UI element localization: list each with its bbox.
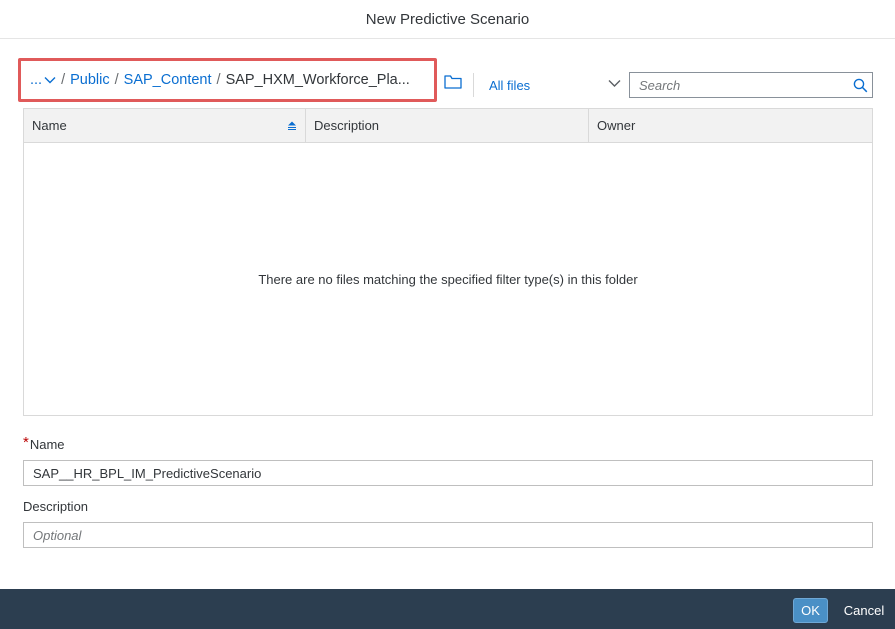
breadcrumb-item-sap-content[interactable]: SAP_Content: [124, 72, 212, 88]
breadcrumb-item-public[interactable]: Public: [70, 72, 110, 88]
breadcrumb-more-label: ...: [30, 72, 43, 88]
file-toolbar: ... / Public / SAP_Content / SAP_HXM_Wor…: [0, 58, 895, 110]
file-table: Name Description Owner There are no file…: [23, 108, 873, 416]
column-header-label: Description: [314, 118, 380, 133]
filter-value: All files: [489, 77, 531, 93]
description-input[interactable]: [23, 522, 873, 548]
table-body: There are no files matching the specifie…: [24, 143, 872, 415]
folder-icon: [444, 75, 462, 89]
chevron-down-icon: [44, 77, 56, 84]
file-type-filter-select[interactable]: All files: [489, 72, 623, 98]
breadcrumb-separator: /: [114, 72, 119, 88]
name-label-text: Name: [29, 437, 65, 452]
search-button[interactable]: [848, 73, 872, 97]
dialog-title: New Predictive Scenario: [365, 10, 530, 28]
column-header-description[interactable]: Description: [306, 109, 589, 142]
breadcrumb-current: SAP_HXM_Workforce_Pla...: [225, 72, 410, 88]
cancel-button[interactable]: Cancel: [836, 598, 892, 623]
empty-state-message: There are no files matching the specifie…: [258, 271, 638, 287]
sort-ascending-icon: [288, 121, 296, 130]
name-label: * Name: [23, 434, 873, 457]
column-header-name[interactable]: Name: [24, 109, 306, 142]
chevron-down-icon: [608, 80, 621, 87]
new-folder-button[interactable]: [444, 74, 464, 92]
table-header: Name Description Owner: [24, 109, 872, 143]
search-field: [629, 72, 873, 98]
search-input[interactable]: [630, 73, 848, 97]
dialog-header: New Predictive Scenario: [0, 0, 895, 39]
breadcrumb-separator: /: [216, 72, 221, 88]
breadcrumb-more-button[interactable]: ...: [30, 72, 56, 88]
dialog-footer: OK Cancel: [0, 589, 895, 629]
description-label: Description: [23, 499, 873, 519]
column-header-owner[interactable]: Owner: [589, 109, 872, 142]
ok-button[interactable]: OK: [793, 598, 828, 623]
required-marker: *: [23, 434, 29, 451]
breadcrumb-separator: /: [61, 72, 66, 88]
breadcrumb: ... / Public / SAP_Content / SAP_HXM_Wor…: [18, 58, 437, 102]
column-header-label: Name: [32, 118, 67, 133]
description-label-text: Description: [23, 499, 89, 514]
name-input[interactable]: [23, 460, 873, 486]
search-icon: [853, 78, 867, 92]
scenario-form: * Name Description: [23, 434, 873, 548]
column-header-label: Owner: [597, 118, 636, 133]
toolbar-divider: [473, 73, 474, 97]
